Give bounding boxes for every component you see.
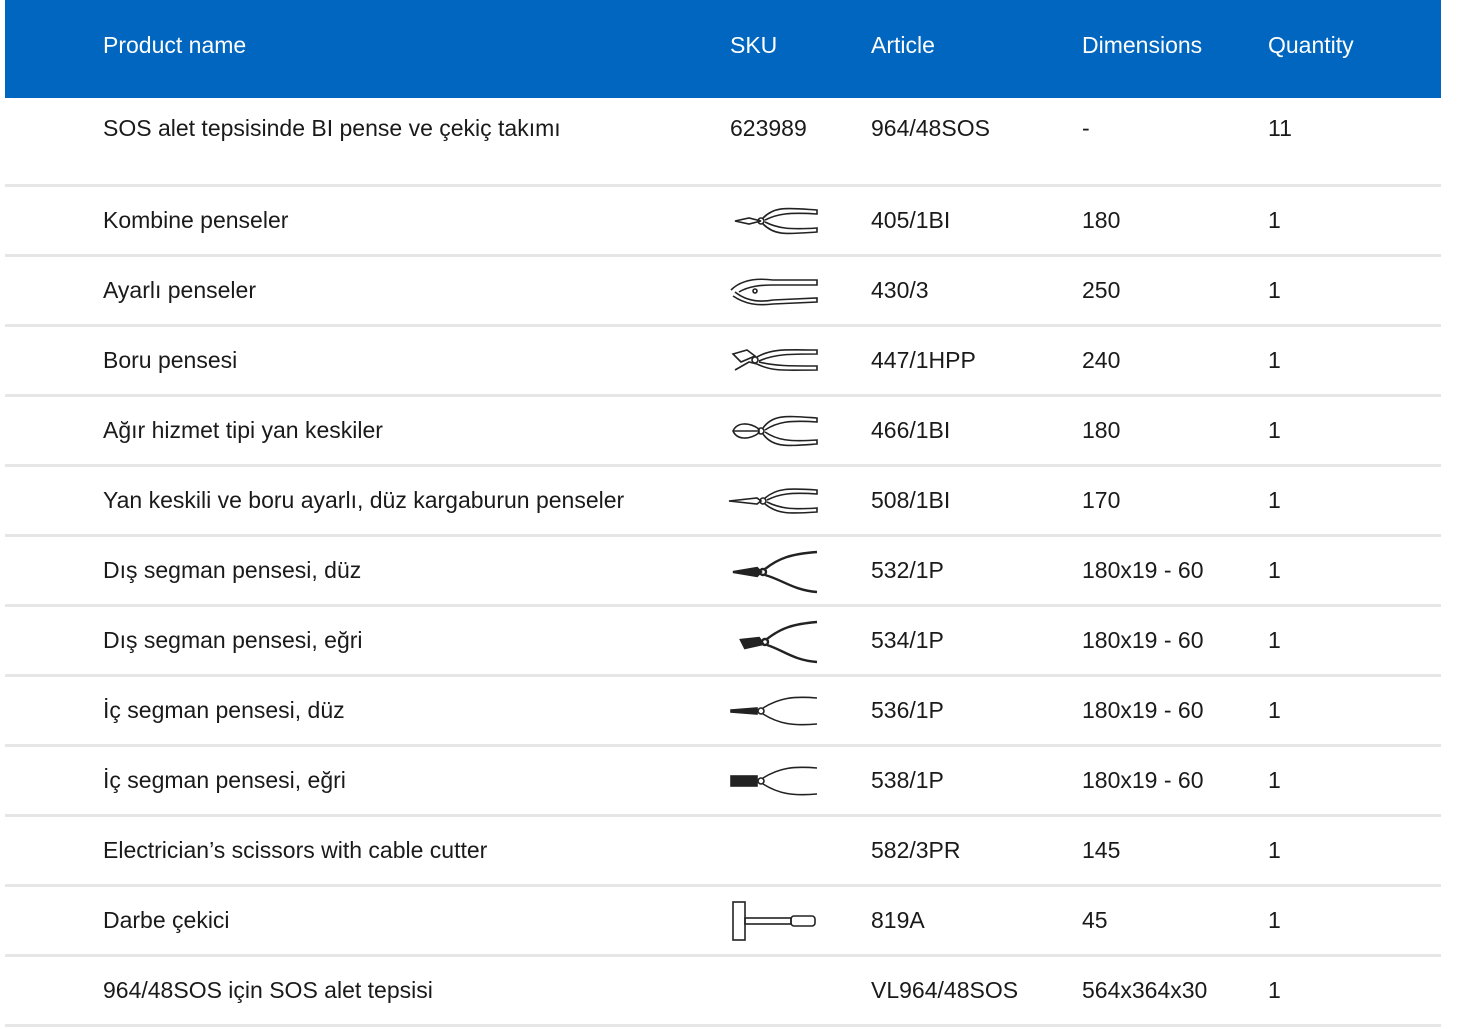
article-cell: 538/1P [871,767,944,793]
header-article: Article [871,32,935,58]
article-cell: 430/3 [871,277,929,303]
quantity-cell: 1 [1268,977,1281,1003]
table-row: Dış segman pensesi, eğri 534/1P 180x19 - 6… [5,607,1441,677]
dimensions-cell: 250 [1082,277,1121,303]
quantity-cell: 1 [1268,837,1281,863]
article-cell: 447/1HPP [871,347,976,373]
table-body: SOS alet tepsisinde BI pense ve çekiç ta… [5,98,1441,1027]
table-header: Product name SKU Article Dimensions Quan… [5,0,1441,98]
table-row: Kombine penseler 405/1BI 180 1 [5,187,1441,257]
article-cell: 536/1P [871,697,944,723]
article-cell: 532/1P [871,557,944,583]
side-cutter-icon [727,409,819,455]
dimensions-cell: 180x19 - 60 [1082,557,1204,583]
combination-pliers-icon [727,199,819,245]
dimensions-cell: - [1082,115,1090,141]
table-row: Yan keskili ve boru ayarlı, düz kargabur… [5,467,1441,537]
article-cell: 466/1BI [871,417,951,443]
dimensions-cell: 240 [1082,347,1121,373]
quantity-cell: 1 [1268,207,1281,233]
external-circlip-pliers-straight-icon [727,549,819,595]
dimensions-cell: 180 [1082,207,1121,233]
dimensions-cell: 564x364x30 [1082,977,1208,1003]
article-cell: 534/1P [871,627,944,653]
internal-circlip-pliers-straight-icon [727,689,819,735]
article-cell: 964/48SOS [871,115,990,141]
table-row: İç segman pensesi, eğri 538/1P 180x19 - 60… [5,747,1441,817]
header-dimensions: Dimensions [1082,32,1203,58]
header-product-name: Product name [103,32,247,58]
product-name-cell: SOS alet tepsisinde BI pense ve çekiç ta… [103,115,561,141]
article-cell: 819A [871,907,925,933]
table-row: SOS alet tepsisinde BI pense ve çekiç ta… [5,98,1441,187]
dimensions-cell: 180 [1082,417,1121,443]
quantity-cell: 1 [1268,487,1281,513]
quantity-cell: 11 [1268,115,1292,141]
table-row: Darbe çekici 819A 45 1 [5,887,1441,957]
product-name-cell: Kombine penseler [103,207,289,233]
dimensions-cell: 145 [1082,837,1121,863]
table-row: Boru pensesi 447/1HPP 240 1 [5,327,1441,397]
table-row: Electrician’s scissors with cable cutter… [5,817,1441,887]
product-name-cell: İç segman pensesi, düz [103,697,345,723]
external-circlip-pliers-bent-icon [727,619,819,665]
dimensions-cell: 180x19 - 60 [1082,697,1204,723]
sku-cell: 623989 [730,115,807,141]
table-row: Ağır hizmet tipi yan keskiler 466/1BI 180 1 [5,397,1441,467]
quantity-cell: 1 [1268,907,1281,933]
article-cell: VL964/48SOS [871,977,1019,1003]
header-sku: SKU [730,32,778,58]
article-cell: 405/1BI [871,207,951,233]
product-name-cell: Boru pensesi [103,347,238,373]
long-nose-pliers-icon [727,479,819,525]
product-table: Product name SKU Article Dimensions Quan… [5,0,1441,1027]
quantity-cell: 1 [1268,557,1281,583]
quantity-cell: 1 [1268,277,1281,303]
dimensions-cell: 180x19 - 60 [1082,767,1204,793]
header-quantity: Quantity [1268,32,1354,58]
quantity-cell: 1 [1268,767,1281,793]
dimensions-cell: 180x19 - 60 [1082,627,1204,653]
dimensions-cell: 170 [1082,487,1121,513]
quantity-cell: 1 [1268,697,1281,723]
product-name-cell: 964/48SOS için SOS alet tepsisi [103,977,433,1003]
product-name-cell: Dış segman pensesi, düz [103,557,362,583]
water-pump-pliers-icon [727,339,819,385]
product-name-cell: İç segman pensesi, eğri [103,767,346,793]
dead-blow-hammer-icon [727,899,819,945]
quantity-cell: 1 [1268,347,1281,373]
table-row: Ayarlı penseler 430/3 250 1 [5,257,1441,327]
product-name-cell: Yan keskili ve boru ayarlı, düz kargabur… [103,487,625,513]
product-name-cell: Ayarlı penseler [103,277,256,303]
product-name-cell: Ağır hizmet tipi yan keskiler [103,417,383,443]
product-name-cell: Electrician’s scissors with cable cutter [103,837,488,863]
product-name-cell: Darbe çekici [103,907,230,933]
article-cell: 508/1BI [871,487,951,513]
product-name-cell: Dış segman pensesi, eğri [103,627,363,653]
quantity-cell: 1 [1268,627,1281,653]
locking-pliers-icon [727,269,819,315]
table-row: Dış segman pensesi, düz 532/1P 180x19 - 60… [5,537,1441,607]
internal-circlip-pliers-bent-icon [727,759,819,805]
table-row: 964/48SOS için SOS alet tepsisi VL964/48S… [5,957,1441,1027]
dimensions-cell: 45 [1082,907,1108,933]
quantity-cell: 1 [1268,417,1281,443]
article-cell: 582/3PR [871,837,961,863]
table-row: İç segman pensesi, düz 536/1P 180x19 - 60 1 [5,677,1441,747]
